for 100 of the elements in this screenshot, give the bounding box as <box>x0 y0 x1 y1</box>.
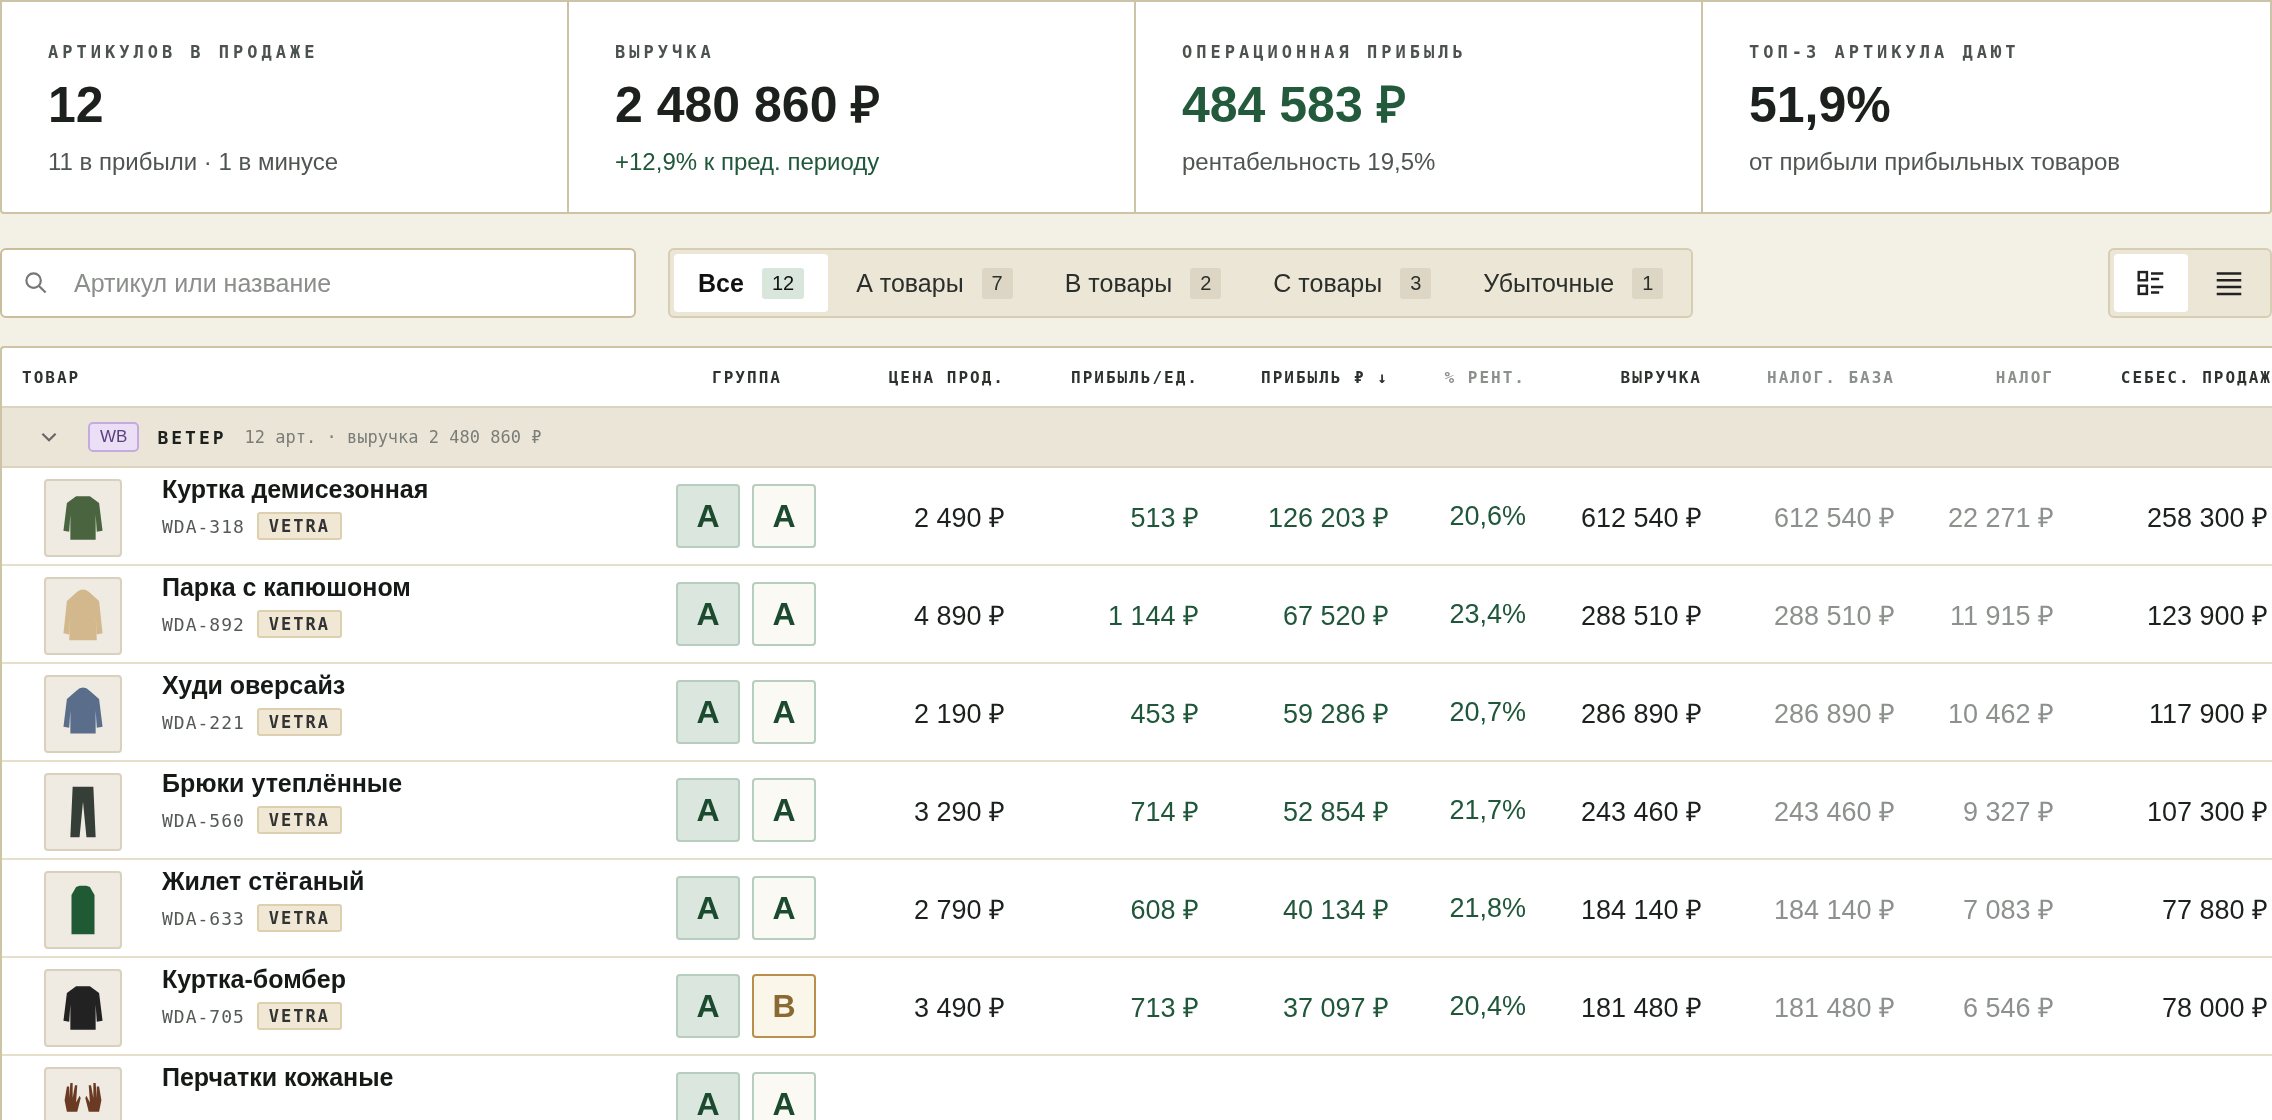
table-cell-text: 288 510 ₽ <box>1579 599 1702 633</box>
table-cell-text: 513 ₽ <box>1129 501 1199 535</box>
search-field[interactable]: Артикул или название <box>0 248 636 318</box>
card-value: 484 583 ₽ <box>1182 80 1407 130</box>
count-badge: 1 <box>1632 267 1664 299</box>
table-cell-text: 453 ₽ <box>1129 697 1199 731</box>
table-cell-text: 713 ₽ <box>1129 991 1199 1025</box>
card-note: от прибыли прибыльных товаров <box>1749 148 2122 176</box>
filter-tab[interactable]: Убыточные 1 <box>1459 254 1688 312</box>
group-grade: А <box>676 778 740 842</box>
column-header[interactable]: ГРУППА <box>662 367 832 387</box>
sku-code: WDA-705 <box>162 1005 245 1027</box>
table-cell-text: 3 290 ₽ <box>912 795 1005 829</box>
table-cell-text: 608 ₽ <box>1129 893 1199 927</box>
group-grade: А <box>752 484 816 548</box>
product-name: Перчатки кожаные <box>162 1063 394 1092</box>
card-label: АРТИКУЛОВ В ПРОДАЖЕ <box>48 42 320 62</box>
filter-tab[interactable]: В товары 2 <box>1040 254 1246 312</box>
table-cell-text: 78 000 ₽ <box>2160 991 2269 1025</box>
count-badge: 12 <box>761 267 805 299</box>
table-cell-text: 77 880 ₽ <box>2160 893 2269 927</box>
table-cell-text: 288 510 ₽ <box>1772 599 1895 633</box>
tab-label: А товары <box>856 268 964 298</box>
table-cell-text: 10 462 ₽ <box>1946 697 2054 731</box>
card-note: +12,9% к пред. периоду <box>615 148 881 176</box>
group-grade: B <box>752 974 816 1038</box>
sku-code: WDA-221 <box>162 711 245 733</box>
table-cell-text: 258 300 ₽ <box>2145 501 2269 535</box>
card-label: ОПЕРАЦИОННАЯ ПРИБЫЛЬ <box>1182 42 1468 62</box>
column-header[interactable]: СЕБЕС. ПРОДАЖ <box>2054 367 2272 387</box>
product-name: Парка с капюшоном <box>162 573 411 602</box>
group-grade: А <box>752 876 816 940</box>
group-grade: А <box>676 876 740 940</box>
search-icon <box>24 271 48 295</box>
filter-tab[interactable]: С товары 3 <box>1249 254 1456 312</box>
table-cell-text: 40 134 ₽ <box>1281 893 1389 927</box>
product-name: Жилет стёганый <box>162 867 365 896</box>
table-cell-text: 123 900 ₽ <box>2145 599 2269 633</box>
sku-code: WDA-633 <box>162 907 245 929</box>
tab-label: Все <box>698 268 744 298</box>
group-grade: А <box>752 778 816 842</box>
table-cell-text: 286 890 ₽ <box>1579 697 1702 731</box>
table-cell-text: 21,8% <box>1448 892 1526 924</box>
group-name: ВЕТЕР <box>157 426 227 448</box>
column-header[interactable]: ПРИБЫЛЬ ₽ ↓ <box>1199 367 1389 387</box>
card-value: 12 <box>48 80 105 130</box>
column-header[interactable]: ПРИБЫЛЬ/ЕД. <box>1005 367 1199 387</box>
sku-code: WDA-318 <box>162 515 245 537</box>
table-cell-text: 181 480 ₽ <box>1772 991 1895 1025</box>
group-grade: А <box>752 1072 816 1120</box>
table-cell-text: 1 144 ₽ <box>1106 599 1199 633</box>
table-cell-text: 181 480 ₽ <box>1579 991 1702 1025</box>
group-grade: А <box>676 974 740 1038</box>
card-value: 51,9% <box>1749 80 1892 130</box>
brand-tag: VETRA <box>256 708 343 736</box>
count-badge: 3 <box>1400 267 1432 299</box>
group-grade: А <box>752 582 816 646</box>
filter-tab[interactable]: Все 12 <box>674 254 829 312</box>
brand-tag: VETRA <box>256 806 343 834</box>
detailed-list-icon <box>2136 268 2166 298</box>
table-cell-text: 126 203 ₽ <box>1266 501 1389 535</box>
table-cell-text: 3 490 ₽ <box>912 991 1005 1025</box>
tab-label: В товары <box>1064 268 1173 298</box>
table-cell-text: 184 140 ₽ <box>1579 893 1702 927</box>
card-label: ТОП-3 АРТИКУЛА ДАЮТ <box>1749 42 2021 62</box>
product-name: Куртка-бомбер <box>162 965 346 994</box>
group-row[interactable]: WB ВЕТЕР 12 арт. · выручка 2 480 860 ₽ <box>2 406 2272 468</box>
table-cell-text: 20,6% <box>1448 500 1526 532</box>
table-cell-text: 612 540 ₽ <box>1579 501 1702 535</box>
product-name: Брюки утеплённые <box>162 769 403 798</box>
count-badge: 7 <box>981 267 1013 299</box>
table-cell-text: 117 900 ₽ <box>2147 697 2269 731</box>
column-header[interactable]: ТОВАР <box>2 367 662 387</box>
filter-tab[interactable]: А товары 7 <box>832 254 1037 312</box>
table-cell-text: 107 300 ₽ <box>2145 795 2269 829</box>
table-cell-text: 11 915 ₽ <box>1948 599 2054 633</box>
table-cell-text: 714 ₽ <box>1129 795 1199 829</box>
group-grade: А <box>676 582 740 646</box>
brand-tag: VETRA <box>256 512 343 540</box>
column-header[interactable]: ЦЕНА ПРОД. <box>832 367 1005 387</box>
table-cell-text: 243 460 ₽ <box>1772 795 1895 829</box>
table-cell-text: 20,7% <box>1448 696 1526 728</box>
table-cell-text: 67 520 ₽ <box>1281 599 1389 633</box>
table-cell-text: 2 190 ₽ <box>912 697 1005 731</box>
table-cell-text: 23,4% <box>1448 598 1526 630</box>
group-grade: А <box>676 1072 740 1120</box>
sku-code: WDA-560 <box>162 809 245 831</box>
card-view-button[interactable] <box>2114 254 2188 312</box>
count-badge: 2 <box>1190 267 1222 299</box>
table-cell-text: 9 327 ₽ <box>1961 795 2054 829</box>
table-cell-text: 37 097 ₽ <box>1281 991 1389 1025</box>
brand-tag: VETRA <box>256 904 343 932</box>
table-cell-text: 6 546 ₽ <box>1961 991 2054 1025</box>
brand-tag: VETRA <box>256 610 343 638</box>
sku-code: WDA-892 <box>162 613 245 635</box>
table-cell-text: 52 854 ₽ <box>1281 795 1389 829</box>
group-grade: А <box>752 680 816 744</box>
column-header[interactable]: ВЫРУЧКА <box>1526 367 1702 387</box>
card-note: 11 в прибыли · 1 в минусе <box>48 148 340 176</box>
tab-label: Убыточные <box>1483 268 1615 298</box>
